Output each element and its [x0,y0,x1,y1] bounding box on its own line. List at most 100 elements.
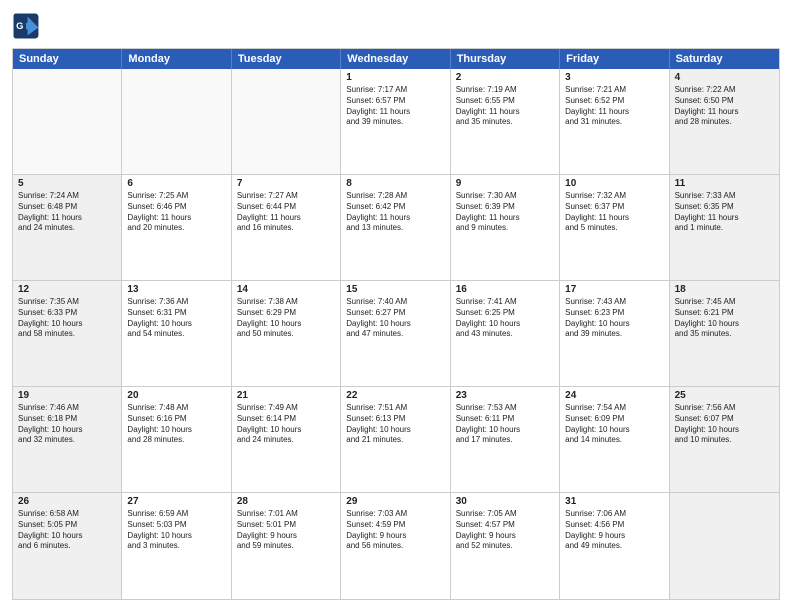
day-cell-28: 28 Sunrise: 7:01 AM Sunset: 5:01 PM Dayli… [232,493,341,599]
calendar-row-4: 19 Sunrise: 7:46 AM Sunset: 6:18 PM Dayli… [13,387,779,493]
day-cell-19: 19 Sunrise: 7:46 AM Sunset: 6:18 PM Dayli… [13,387,122,492]
day-cell-30: 30 Sunrise: 7:05 AM Sunset: 4:57 PM Dayli… [451,493,560,599]
day-info: Sunrise: 7:48 AM Sunset: 6:16 PM Dayligh… [127,403,225,446]
day-number: 25 [675,390,774,401]
day-number: 19 [18,390,116,401]
day-info: Sunrise: 7:17 AM Sunset: 6:57 PM Dayligh… [346,85,444,128]
svg-text:G: G [16,21,23,31]
day-info: Sunrise: 7:56 AM Sunset: 6:07 PM Dayligh… [675,403,774,446]
weekday-header-saturday: Saturday [670,49,779,69]
day-info: Sunrise: 6:58 AM Sunset: 5:05 PM Dayligh… [18,509,116,552]
day-number: 18 [675,284,774,295]
day-cell-20: 20 Sunrise: 7:48 AM Sunset: 6:16 PM Dayli… [122,387,231,492]
day-info: Sunrise: 7:41 AM Sunset: 6:25 PM Dayligh… [456,297,554,340]
day-info: Sunrise: 6:59 AM Sunset: 5:03 PM Dayligh… [127,509,225,552]
weekday-header-monday: Monday [122,49,231,69]
day-info: Sunrise: 7:03 AM Sunset: 4:59 PM Dayligh… [346,509,444,552]
day-info: Sunrise: 7:32 AM Sunset: 6:37 PM Dayligh… [565,191,663,234]
day-info: Sunrise: 7:51 AM Sunset: 6:13 PM Dayligh… [346,403,444,446]
day-cell-6: 6 Sunrise: 7:25 AM Sunset: 6:46 PM Daylig… [122,175,231,280]
day-number: 3 [565,72,663,83]
empty-cell-r0c0 [13,69,122,174]
day-cell-16: 16 Sunrise: 7:41 AM Sunset: 6:25 PM Dayli… [451,281,560,386]
day-cell-3: 3 Sunrise: 7:21 AM Sunset: 6:52 PM Daylig… [560,69,669,174]
day-info: Sunrise: 7:27 AM Sunset: 6:44 PM Dayligh… [237,191,335,234]
day-info: Sunrise: 7:43 AM Sunset: 6:23 PM Dayligh… [565,297,663,340]
day-cell-15: 15 Sunrise: 7:40 AM Sunset: 6:27 PM Dayli… [341,281,450,386]
day-number: 22 [346,390,444,401]
day-number: 28 [237,496,335,507]
day-number: 21 [237,390,335,401]
day-number: 8 [346,178,444,189]
day-number: 15 [346,284,444,295]
day-number: 13 [127,284,225,295]
day-info: Sunrise: 7:33 AM Sunset: 6:35 PM Dayligh… [675,191,774,234]
day-number: 31 [565,496,663,507]
day-info: Sunrise: 7:49 AM Sunset: 6:14 PM Dayligh… [237,403,335,446]
day-info: Sunrise: 7:28 AM Sunset: 6:42 PM Dayligh… [346,191,444,234]
day-cell-2: 2Sunrise: 7:19 AM Sunset: 6:55 PM Daylig… [451,69,560,174]
day-number: 4 [675,72,774,83]
day-info: Sunrise: 7:21 AM Sunset: 6:52 PM Dayligh… [565,85,663,128]
day-number: 20 [127,390,225,401]
day-number: 5 [18,178,116,189]
day-cell-27: 27 Sunrise: 6:59 AM Sunset: 5:03 PM Dayli… [122,493,231,599]
day-info: Sunrise: 7:40 AM Sunset: 6:27 PM Dayligh… [346,297,444,340]
day-info: Sunrise: 7:46 AM Sunset: 6:18 PM Dayligh… [18,403,116,446]
day-number: 9 [456,178,554,189]
day-info: Sunrise: 7:01 AM Sunset: 5:01 PM Dayligh… [237,509,335,552]
day-number: 12 [18,284,116,295]
day-info: Sunrise: 7:54 AM Sunset: 6:09 PM Dayligh… [565,403,663,446]
day-number: 1 [346,72,444,83]
day-number: 30 [456,496,554,507]
day-info: Sunrise: 7:05 AM Sunset: 4:57 PM Dayligh… [456,509,554,552]
day-number: 26 [18,496,116,507]
day-cell-26: 26 Sunrise: 6:58 AM Sunset: 5:05 PM Dayli… [13,493,122,599]
day-info: Sunrise: 7:24 AM Sunset: 6:48 PM Dayligh… [18,191,116,234]
day-cell-11: 11 Sunrise: 7:33 AM Sunset: 6:35 PM Dayli… [670,175,779,280]
day-cell-24: 24 Sunrise: 7:54 AM Sunset: 6:09 PM Dayli… [560,387,669,492]
day-cell-13: 13 Sunrise: 7:36 AM Sunset: 6:31 PM Dayli… [122,281,231,386]
logo-icon: G [12,12,40,40]
logo: G [12,12,44,40]
day-cell-9: 9 Sunrise: 7:30 AM Sunset: 6:39 PM Daylig… [451,175,560,280]
day-info: Sunrise: 7:30 AM Sunset: 6:39 PM Dayligh… [456,191,554,234]
day-info: Sunrise: 7:06 AM Sunset: 4:56 PM Dayligh… [565,509,663,552]
day-number: 6 [127,178,225,189]
day-cell-5: 5 Sunrise: 7:24 AM Sunset: 6:48 PM Daylig… [13,175,122,280]
day-number: 16 [456,284,554,295]
calendar-row-3: 12 Sunrise: 7:35 AM Sunset: 6:33 PM Dayli… [13,281,779,387]
day-number: 14 [237,284,335,295]
day-number: 23 [456,390,554,401]
day-number: 7 [237,178,335,189]
day-cell-21: 21 Sunrise: 7:49 AM Sunset: 6:14 PM Dayli… [232,387,341,492]
day-cell-12: 12 Sunrise: 7:35 AM Sunset: 6:33 PM Dayli… [13,281,122,386]
empty-cell-r0c1 [122,69,231,174]
day-cell-23: 23 Sunrise: 7:53 AM Sunset: 6:11 PM Dayli… [451,387,560,492]
weekday-header-sunday: Sunday [13,49,122,69]
calendar-row-1: 1 Sunrise: 7:17 AM Sunset: 6:57 PM Daylig… [13,69,779,175]
day-number: 11 [675,178,774,189]
day-cell-10: 10Sunrise: 7:32 AM Sunset: 6:37 PM Dayli… [560,175,669,280]
day-info: Sunrise: 7:25 AM Sunset: 6:46 PM Dayligh… [127,191,225,234]
day-info: Sunrise: 7:35 AM Sunset: 6:33 PM Dayligh… [18,297,116,340]
day-number: 2 [456,72,554,83]
page-header: G [12,12,780,40]
day-info: Sunrise: 7:53 AM Sunset: 6:11 PM Dayligh… [456,403,554,446]
day-cell-4: 4Sunrise: 7:22 AM Sunset: 6:50 PM Daylig… [670,69,779,174]
weekday-header-tuesday: Tuesday [232,49,341,69]
day-cell-1: 1 Sunrise: 7:17 AM Sunset: 6:57 PM Daylig… [341,69,450,174]
day-number: 27 [127,496,225,507]
day-cell-7: 7 Sunrise: 7:27 AM Sunset: 6:44 PM Daylig… [232,175,341,280]
day-cell-8: 8 Sunrise: 7:28 AM Sunset: 6:42 PM Daylig… [341,175,450,280]
day-number: 29 [346,496,444,507]
day-info: Sunrise: 7:38 AM Sunset: 6:29 PM Dayligh… [237,297,335,340]
calendar-row-5: 26 Sunrise: 6:58 AM Sunset: 5:05 PM Dayli… [13,493,779,599]
day-cell-29: 29 Sunrise: 7:03 AM Sunset: 4:59 PM Dayli… [341,493,450,599]
day-info: Sunrise: 7:36 AM Sunset: 6:31 PM Dayligh… [127,297,225,340]
day-cell-17: 17Sunrise: 7:43 AM Sunset: 6:23 PM Dayli… [560,281,669,386]
day-cell-18: 18Sunrise: 7:45 AM Sunset: 6:21 PM Dayli… [670,281,779,386]
weekday-header-wednesday: Wednesday [341,49,450,69]
day-number: 24 [565,390,663,401]
day-cell-25: 25 Sunrise: 7:56 AM Sunset: 6:07 PM Dayli… [670,387,779,492]
